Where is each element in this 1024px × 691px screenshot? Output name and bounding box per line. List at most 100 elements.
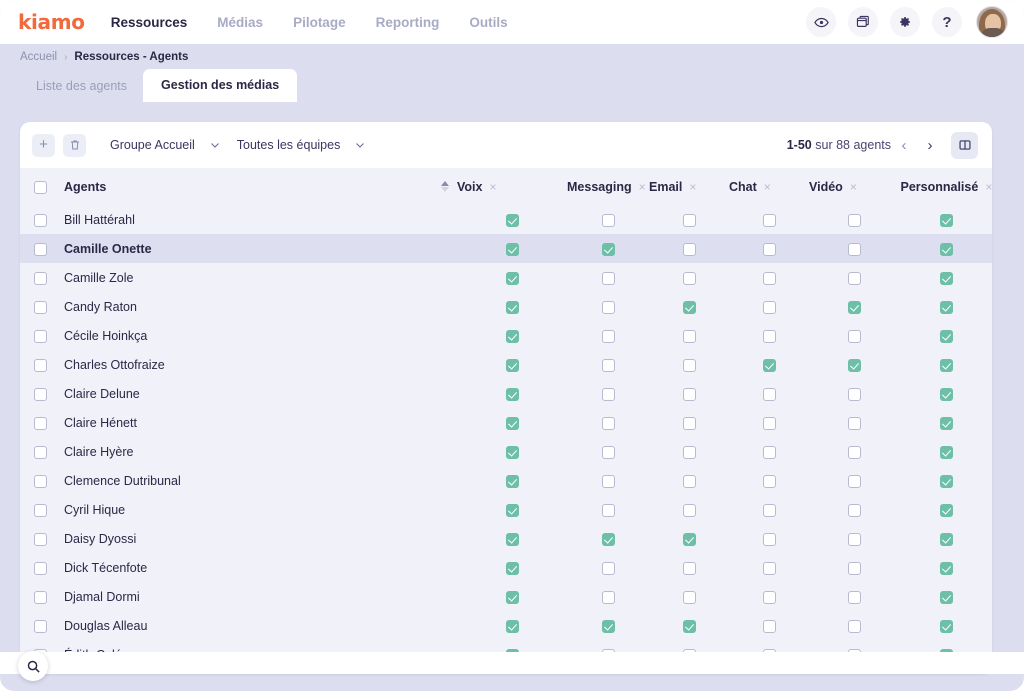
media-checkbox-voix[interactable] [506,272,519,285]
media-checkbox-email[interactable] [683,243,696,256]
table-row[interactable]: Bill Hattérahl [20,205,992,234]
row-select-checkbox[interactable] [34,475,47,488]
media-checkbox-video[interactable] [848,446,861,459]
table-row[interactable]: Claire Hénett [20,408,992,437]
delete-button[interactable] [63,134,86,157]
media-checkbox-email[interactable] [683,359,696,372]
nav-item-reporting[interactable]: Reporting [376,15,440,30]
media-checkbox-video[interactable] [848,330,861,343]
media-checkbox-voix[interactable] [506,533,519,546]
media-checkbox-personnalise[interactable] [940,417,953,430]
media-checkbox-voix[interactable] [506,446,519,459]
table-row[interactable]: Daisy Dyossi [20,524,992,553]
media-checkbox-personnalise[interactable] [940,272,953,285]
media-checkbox-video[interactable] [848,301,861,314]
media-checkbox-email[interactable] [683,504,696,517]
table-row[interactable]: Claire Delune [20,379,992,408]
media-checkbox-messaging[interactable] [602,272,615,285]
media-checkbox-video[interactable] [848,620,861,633]
media-checkbox-email[interactable] [683,475,696,488]
row-select-checkbox[interactable] [34,504,47,517]
media-checkbox-chat[interactable] [763,388,776,401]
help-icon[interactable]: ? [932,7,962,37]
media-checkbox-video[interactable] [848,214,861,227]
media-checkbox-voix[interactable] [506,330,519,343]
row-select-checkbox[interactable] [34,562,47,575]
media-checkbox-email[interactable] [683,620,696,633]
row-select-checkbox[interactable] [34,388,47,401]
table-row[interactable]: Charles Ottofraize [20,350,992,379]
media-checkbox-personnalise[interactable] [940,591,953,604]
media-checkbox-email[interactable] [683,591,696,604]
row-select-checkbox[interactable] [34,417,47,430]
media-checkbox-personnalise[interactable] [940,388,953,401]
row-select-checkbox[interactable] [34,272,47,285]
media-checkbox-messaging[interactable] [602,243,615,256]
media-checkbox-messaging[interactable] [602,388,615,401]
row-select-checkbox[interactable] [34,533,47,546]
media-checkbox-messaging[interactable] [602,591,615,604]
media-checkbox-messaging[interactable] [602,446,615,459]
table-row[interactable]: Camille Onette [20,234,992,263]
media-checkbox-email[interactable] [683,388,696,401]
close-icon-messaging[interactable]: × [639,180,646,194]
row-select-checkbox[interactable] [34,359,47,372]
media-checkbox-personnalise[interactable] [940,243,953,256]
media-checkbox-video[interactable] [848,475,861,488]
tab-liste-des-agents[interactable]: Liste des agents [20,71,143,102]
media-checkbox-messaging[interactable] [602,533,615,546]
media-checkbox-personnalise[interactable] [940,301,953,314]
column-header-agents[interactable]: Agents [62,168,457,205]
close-icon-chat[interactable]: × [764,180,771,194]
table-row[interactable]: Candy Raton [20,292,992,321]
column-header-email[interactable]: Email × [649,168,729,205]
media-checkbox-chat[interactable] [763,214,776,227]
media-checkbox-voix[interactable] [506,620,519,633]
media-checkbox-chat[interactable] [763,475,776,488]
media-checkbox-voix[interactable] [506,504,519,517]
column-header-voix[interactable]: Voix × [457,168,567,205]
media-checkbox-chat[interactable] [763,504,776,517]
media-checkbox-chat[interactable] [763,272,776,285]
media-checkbox-personnalise[interactable] [940,330,953,343]
media-checkbox-voix[interactable] [506,417,519,430]
media-checkbox-email[interactable] [683,330,696,343]
media-checkbox-email[interactable] [683,301,696,314]
media-checkbox-video[interactable] [848,359,861,372]
media-checkbox-messaging[interactable] [602,417,615,430]
column-header-messaging[interactable]: Messaging × [567,168,649,205]
media-checkbox-messaging[interactable] [602,359,615,372]
media-checkbox-personnalise[interactable] [940,533,953,546]
media-checkbox-video[interactable] [848,243,861,256]
row-select-checkbox[interactable] [34,620,47,633]
row-select-checkbox[interactable] [34,446,47,459]
media-checkbox-messaging[interactable] [602,504,615,517]
media-checkbox-personnalise[interactable] [940,214,953,227]
media-checkbox-messaging[interactable] [602,475,615,488]
column-header-personnalise[interactable]: Personnalisé × [901,168,993,205]
media-checkbox-voix[interactable] [506,301,519,314]
media-checkbox-chat[interactable] [763,620,776,633]
media-checkbox-chat[interactable] [763,591,776,604]
sort-ascending-icon[interactable] [441,181,449,192]
search-icon[interactable] [18,651,48,681]
media-checkbox-voix[interactable] [506,475,519,488]
media-checkbox-video[interactable] [848,591,861,604]
next-page-button[interactable]: › [917,132,943,158]
media-checkbox-messaging[interactable] [602,301,615,314]
table-row[interactable]: Cécile Hoinkça [20,321,992,350]
media-checkbox-personnalise[interactable] [940,504,953,517]
row-select-checkbox[interactable] [34,214,47,227]
media-checkbox-email[interactable] [683,446,696,459]
media-checkbox-personnalise[interactable] [940,446,953,459]
media-checkbox-chat[interactable] [763,330,776,343]
media-checkbox-email[interactable] [683,562,696,575]
media-checkbox-video[interactable] [848,388,861,401]
media-checkbox-email[interactable] [683,533,696,546]
gear-icon[interactable] [890,7,920,37]
media-checkbox-chat[interactable] [763,359,776,372]
media-checkbox-voix[interactable] [506,591,519,604]
table-row[interactable]: Djamal Dormi [20,582,992,611]
media-checkbox-voix[interactable] [506,214,519,227]
media-checkbox-video[interactable] [848,417,861,430]
